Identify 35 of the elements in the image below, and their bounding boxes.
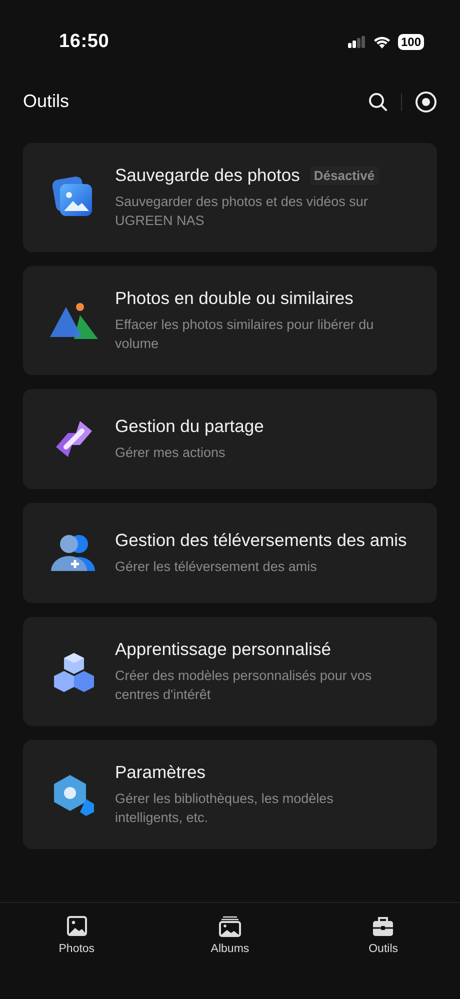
tool-description: Sauvegarder des photos et des vidéos sur UGREEN NAS <box>115 193 369 230</box>
tool-title: Gestion des téléversements des amis <box>115 530 407 551</box>
status-time: 16:50 <box>59 31 110 53</box>
tool-title: Sauvegarde des photos <box>115 165 300 186</box>
tool-description: Gérer les bibliothèques, les modèles intelligents, etc. <box>115 790 334 827</box>
tool-card[interactable]: Paramètres Gérer les bibliothèques, les modèles intelligents, etc. <box>23 740 437 849</box>
record-icon[interactable] <box>415 90 437 112</box>
tool-description: Créer des modèles personnalisés pour vos centres d'intérêt <box>115 667 373 704</box>
tool-title: Paramètres <box>115 762 206 783</box>
hexagon-icon <box>52 772 96 816</box>
tool-card[interactable]: Apprentissage personnalisé Créer des modèles personnalisés pour vos centres d'intérêt <box>23 617 437 726</box>
cubes-icon <box>51 650 97 692</box>
tool-description: Effacer les photos similaires pour libérer du volume <box>115 316 375 353</box>
tab-item[interactable]: Albums <box>170 911 290 959</box>
wifi-icon <box>372 36 391 48</box>
tool-description: Gérer les téléversement des amis <box>115 558 318 576</box>
tool-title: Apprentissage personnalisé <box>115 639 331 660</box>
tool-card[interactable]: Gestion des téléversements des amis Gérer les téléversement des amis <box>23 503 437 603</box>
image-stack-icon <box>218 915 242 937</box>
toolbox-icon <box>372 915 394 937</box>
tool-card[interactable]: Sauvegarde des photos Désactivé Sauvegarder des photos et des vidéos sur UGREEN NAS <box>23 143 437 252</box>
status-badge: Désactivé <box>310 166 379 185</box>
search-icon[interactable] <box>368 92 388 112</box>
tool-description: Gérer mes actions <box>115 444 226 462</box>
mountain-icon <box>48 300 100 340</box>
signal-icon <box>348 36 366 48</box>
tab-item[interactable]: Photos <box>16 911 137 959</box>
tool-title: Gestion du partage <box>115 416 264 437</box>
tool-card[interactable]: Gestion du partage Gérer mes actions <box>23 389 437 489</box>
battery-level: 100 <box>398 34 424 50</box>
tab-item[interactable]: Outils <box>323 911 444 959</box>
tool-title: Photos en double ou similaires <box>115 288 354 309</box>
tool-card[interactable]: Photos en double ou similaires Effacer les photos similaires pour libérer du volume <box>23 266 437 375</box>
page-title: Outils <box>23 91 70 112</box>
image-icon <box>66 915 88 937</box>
